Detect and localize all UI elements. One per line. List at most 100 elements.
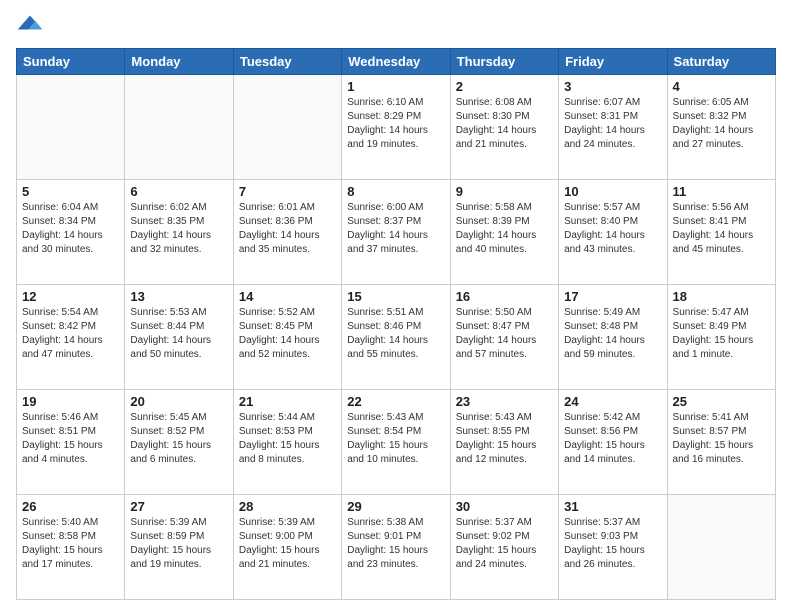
day-number: 28: [239, 499, 336, 514]
day-number: 20: [130, 394, 227, 409]
day-info: Sunrise: 6:01 AM Sunset: 8:36 PM Dayligh…: [239, 201, 336, 257]
weekday-header-sunday: Sunday: [17, 49, 125, 75]
day-info: Sunrise: 5:40 AM Sunset: 8:58 PM Dayligh…: [22, 516, 119, 572]
week-row-4: 19 Sunrise: 5:46 AM Sunset: 8:51 PM Dayl…: [17, 390, 776, 495]
calendar-cell: 4 Sunrise: 6:05 AM Sunset: 8:32 PM Dayli…: [667, 75, 775, 180]
day-info: Sunrise: 5:57 AM Sunset: 8:40 PM Dayligh…: [564, 201, 661, 257]
day-number: 12: [22, 289, 119, 304]
day-info: Sunrise: 5:50 AM Sunset: 8:47 PM Dayligh…: [456, 306, 553, 362]
page: SundayMondayTuesdayWednesdayThursdayFrid…: [0, 0, 792, 612]
day-info: Sunrise: 5:54 AM Sunset: 8:42 PM Dayligh…: [22, 306, 119, 362]
day-info: Sunrise: 5:41 AM Sunset: 8:57 PM Dayligh…: [673, 411, 770, 467]
calendar-cell: 19 Sunrise: 5:46 AM Sunset: 8:51 PM Dayl…: [17, 390, 125, 495]
day-info: Sunrise: 5:43 AM Sunset: 8:55 PM Dayligh…: [456, 411, 553, 467]
weekday-header-row: SundayMondayTuesdayWednesdayThursdayFrid…: [17, 49, 776, 75]
calendar-cell: 1 Sunrise: 6:10 AM Sunset: 8:29 PM Dayli…: [342, 75, 450, 180]
week-row-3: 12 Sunrise: 5:54 AM Sunset: 8:42 PM Dayl…: [17, 285, 776, 390]
calendar-cell: 13 Sunrise: 5:53 AM Sunset: 8:44 PM Dayl…: [125, 285, 233, 390]
calendar-cell: [233, 75, 341, 180]
day-number: 15: [347, 289, 444, 304]
day-number: 11: [673, 184, 770, 199]
calendar-cell: 9 Sunrise: 5:58 AM Sunset: 8:39 PM Dayli…: [450, 180, 558, 285]
calendar-cell: 27 Sunrise: 5:39 AM Sunset: 8:59 PM Dayl…: [125, 495, 233, 600]
day-number: 4: [673, 79, 770, 94]
day-info: Sunrise: 5:45 AM Sunset: 8:52 PM Dayligh…: [130, 411, 227, 467]
day-info: Sunrise: 5:39 AM Sunset: 8:59 PM Dayligh…: [130, 516, 227, 572]
day-number: 8: [347, 184, 444, 199]
day-info: Sunrise: 6:02 AM Sunset: 8:35 PM Dayligh…: [130, 201, 227, 257]
day-info: Sunrise: 5:47 AM Sunset: 8:49 PM Dayligh…: [673, 306, 770, 362]
day-info: Sunrise: 5:37 AM Sunset: 9:03 PM Dayligh…: [564, 516, 661, 572]
calendar-cell: 8 Sunrise: 6:00 AM Sunset: 8:37 PM Dayli…: [342, 180, 450, 285]
calendar-cell: 23 Sunrise: 5:43 AM Sunset: 8:55 PM Dayl…: [450, 390, 558, 495]
day-info: Sunrise: 6:04 AM Sunset: 8:34 PM Dayligh…: [22, 201, 119, 257]
calendar-cell: 15 Sunrise: 5:51 AM Sunset: 8:46 PM Dayl…: [342, 285, 450, 390]
header: [16, 12, 776, 40]
weekday-header-wednesday: Wednesday: [342, 49, 450, 75]
day-number: 30: [456, 499, 553, 514]
day-info: Sunrise: 6:07 AM Sunset: 8:31 PM Dayligh…: [564, 96, 661, 152]
day-info: Sunrise: 5:39 AM Sunset: 9:00 PM Dayligh…: [239, 516, 336, 572]
calendar-cell: 11 Sunrise: 5:56 AM Sunset: 8:41 PM Dayl…: [667, 180, 775, 285]
day-info: Sunrise: 5:42 AM Sunset: 8:56 PM Dayligh…: [564, 411, 661, 467]
day-number: 25: [673, 394, 770, 409]
calendar-cell: 25 Sunrise: 5:41 AM Sunset: 8:57 PM Dayl…: [667, 390, 775, 495]
day-number: 14: [239, 289, 336, 304]
weekday-header-saturday: Saturday: [667, 49, 775, 75]
day-number: 31: [564, 499, 661, 514]
day-info: Sunrise: 6:00 AM Sunset: 8:37 PM Dayligh…: [347, 201, 444, 257]
calendar-cell: 7 Sunrise: 6:01 AM Sunset: 8:36 PM Dayli…: [233, 180, 341, 285]
day-number: 27: [130, 499, 227, 514]
day-number: 26: [22, 499, 119, 514]
calendar-cell: 14 Sunrise: 5:52 AM Sunset: 8:45 PM Dayl…: [233, 285, 341, 390]
day-number: 1: [347, 79, 444, 94]
day-number: 29: [347, 499, 444, 514]
calendar-table: SundayMondayTuesdayWednesdayThursdayFrid…: [16, 48, 776, 600]
day-info: Sunrise: 5:44 AM Sunset: 8:53 PM Dayligh…: [239, 411, 336, 467]
calendar-cell: [667, 495, 775, 600]
day-number: 24: [564, 394, 661, 409]
day-info: Sunrise: 5:56 AM Sunset: 8:41 PM Dayligh…: [673, 201, 770, 257]
day-info: Sunrise: 5:53 AM Sunset: 8:44 PM Dayligh…: [130, 306, 227, 362]
day-info: Sunrise: 5:43 AM Sunset: 8:54 PM Dayligh…: [347, 411, 444, 467]
day-info: Sunrise: 5:38 AM Sunset: 9:01 PM Dayligh…: [347, 516, 444, 572]
calendar-cell: 2 Sunrise: 6:08 AM Sunset: 8:30 PM Dayli…: [450, 75, 558, 180]
weekday-header-thursday: Thursday: [450, 49, 558, 75]
calendar-cell: 21 Sunrise: 5:44 AM Sunset: 8:53 PM Dayl…: [233, 390, 341, 495]
day-number: 6: [130, 184, 227, 199]
day-number: 23: [456, 394, 553, 409]
day-info: Sunrise: 6:10 AM Sunset: 8:29 PM Dayligh…: [347, 96, 444, 152]
day-number: 21: [239, 394, 336, 409]
day-number: 13: [130, 289, 227, 304]
week-row-1: 1 Sunrise: 6:10 AM Sunset: 8:29 PM Dayli…: [17, 75, 776, 180]
calendar-cell: [17, 75, 125, 180]
day-info: Sunrise: 6:08 AM Sunset: 8:30 PM Dayligh…: [456, 96, 553, 152]
calendar-cell: 10 Sunrise: 5:57 AM Sunset: 8:40 PM Dayl…: [559, 180, 667, 285]
day-number: 2: [456, 79, 553, 94]
day-number: 22: [347, 394, 444, 409]
calendar-cell: 17 Sunrise: 5:49 AM Sunset: 8:48 PM Dayl…: [559, 285, 667, 390]
weekday-header-tuesday: Tuesday: [233, 49, 341, 75]
day-number: 9: [456, 184, 553, 199]
day-number: 16: [456, 289, 553, 304]
calendar-cell: 30 Sunrise: 5:37 AM Sunset: 9:02 PM Dayl…: [450, 495, 558, 600]
week-row-2: 5 Sunrise: 6:04 AM Sunset: 8:34 PM Dayli…: [17, 180, 776, 285]
day-number: 7: [239, 184, 336, 199]
day-info: Sunrise: 5:46 AM Sunset: 8:51 PM Dayligh…: [22, 411, 119, 467]
day-number: 10: [564, 184, 661, 199]
week-row-5: 26 Sunrise: 5:40 AM Sunset: 8:58 PM Dayl…: [17, 495, 776, 600]
day-info: Sunrise: 5:37 AM Sunset: 9:02 PM Dayligh…: [456, 516, 553, 572]
calendar-cell: 28 Sunrise: 5:39 AM Sunset: 9:00 PM Dayl…: [233, 495, 341, 600]
day-info: Sunrise: 5:51 AM Sunset: 8:46 PM Dayligh…: [347, 306, 444, 362]
calendar-cell: 18 Sunrise: 5:47 AM Sunset: 8:49 PM Dayl…: [667, 285, 775, 390]
day-number: 17: [564, 289, 661, 304]
calendar-cell: 3 Sunrise: 6:07 AM Sunset: 8:31 PM Dayli…: [559, 75, 667, 180]
day-number: 18: [673, 289, 770, 304]
day-number: 3: [564, 79, 661, 94]
calendar-cell: 29 Sunrise: 5:38 AM Sunset: 9:01 PM Dayl…: [342, 495, 450, 600]
day-number: 5: [22, 184, 119, 199]
calendar-cell: 16 Sunrise: 5:50 AM Sunset: 8:47 PM Dayl…: [450, 285, 558, 390]
weekday-header-monday: Monday: [125, 49, 233, 75]
day-info: Sunrise: 5:58 AM Sunset: 8:39 PM Dayligh…: [456, 201, 553, 257]
day-info: Sunrise: 5:49 AM Sunset: 8:48 PM Dayligh…: [564, 306, 661, 362]
